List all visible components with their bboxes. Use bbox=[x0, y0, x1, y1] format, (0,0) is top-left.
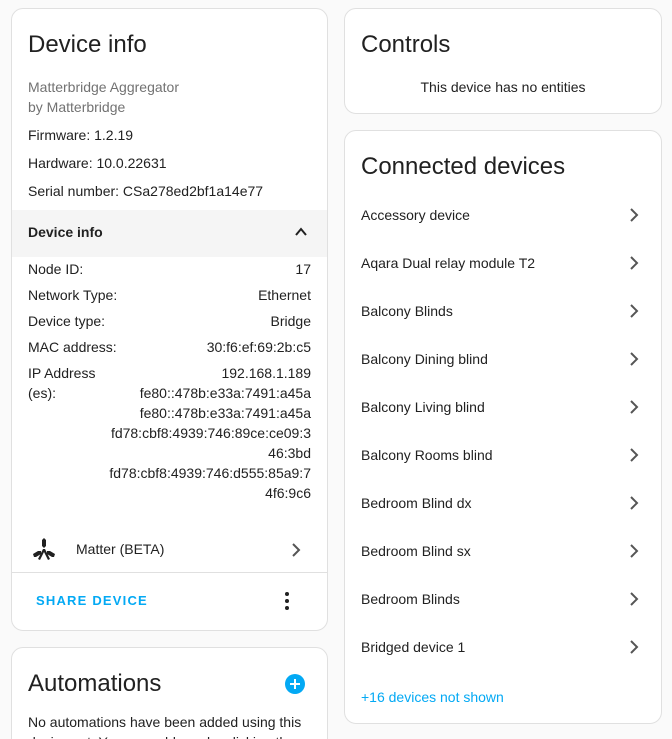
connected-device-item[interactable]: Balcony Living blind bbox=[345, 383, 661, 431]
connected-device-item[interactable]: Balcony Blinds bbox=[345, 287, 661, 335]
connected-device-name: Bedroom Blinds bbox=[361, 591, 460, 607]
controls-card: Controls This device has no entities bbox=[344, 8, 662, 114]
connected-device-item[interactable]: Balcony Rooms blind bbox=[345, 431, 661, 479]
device-manufacturer: by Matterbridge bbox=[28, 99, 126, 115]
network-type-label: Network Type: bbox=[28, 287, 118, 303]
device-info-card: Device info Matterbridge Aggregator by M… bbox=[11, 8, 328, 631]
chevron-right-icon bbox=[292, 543, 301, 557]
connected-devices-title: Connected devices bbox=[361, 153, 566, 180]
add-circle-icon[interactable] bbox=[285, 674, 305, 694]
ip-address-line: fd78:cbf8:4939:746:d555:85a9:7 bbox=[109, 465, 311, 481]
connected-device-name: Accessory device bbox=[361, 207, 470, 223]
matter-integration-label: Matter (BETA) bbox=[76, 541, 165, 557]
mac-address-label: MAC address: bbox=[28, 339, 117, 355]
device-info-expander[interactable]: Device info bbox=[12, 210, 327, 257]
chevron-up-icon bbox=[295, 227, 307, 236]
ip-address-line: fe80::478b:e33a:7491:a45a bbox=[139, 385, 311, 401]
chevron-right-icon bbox=[630, 208, 639, 222]
show-more-devices-link[interactable]: +16 devices not shown bbox=[361, 687, 504, 707]
chevron-right-icon bbox=[630, 256, 639, 270]
card-actions-divider bbox=[12, 572, 327, 573]
matter-integration-link[interactable]: Matter (BETA) bbox=[12, 527, 327, 573]
connected-device-name: Bridged device 1 bbox=[361, 639, 466, 655]
no-entities-text: This device has no entities bbox=[420, 79, 586, 95]
node-id-value: 17 bbox=[295, 261, 311, 277]
connected-device-name: Balcony Rooms blind bbox=[361, 447, 493, 463]
connected-device-item[interactable]: Balcony Dining blind bbox=[345, 335, 661, 383]
mac-address-value: 30:f6:ef:69:2b:c5 bbox=[206, 339, 311, 355]
automations-title: Automations bbox=[28, 670, 162, 697]
connected-device-name: Balcony Living blind bbox=[361, 399, 485, 415]
device-info-title: Device info bbox=[28, 31, 147, 58]
device-type-label: Device type: bbox=[28, 313, 106, 329]
chevron-right-icon bbox=[630, 496, 639, 510]
connected-device-name: Balcony Blinds bbox=[361, 303, 453, 319]
ip-address-label-1: IP Address bbox=[28, 365, 96, 381]
matter-logo-icon bbox=[33, 538, 55, 560]
ip-address-line: 192.168.1.189 bbox=[221, 365, 311, 381]
ip-address-line: fe80::478b:e33a:7491:a45a bbox=[139, 405, 311, 421]
device-type-value: Bridge bbox=[270, 313, 311, 329]
serial-number: Serial number: CSa278ed2bf1a14e77 bbox=[28, 183, 264, 199]
connected-device-name: Bedroom Blind dx bbox=[361, 495, 472, 511]
connected-device-item[interactable]: Bedroom Blinds bbox=[345, 575, 661, 623]
node-id-label: Node ID: bbox=[28, 261, 84, 277]
chevron-right-icon bbox=[630, 400, 639, 414]
ip-address-line: 46:3bd bbox=[268, 445, 311, 461]
chevron-right-icon bbox=[630, 592, 639, 606]
ip-address-line: 4f6:9c6 bbox=[265, 485, 311, 501]
firmware-version: Firmware: 1.2.19 bbox=[28, 127, 134, 143]
automations-empty-text: No automations have been added using thi… bbox=[28, 714, 307, 739]
expander-label: Device info bbox=[28, 224, 103, 240]
connected-device-item[interactable]: Bedroom Blind sx bbox=[345, 527, 661, 575]
connected-device-item[interactable]: Aqara Dual relay module T2 bbox=[345, 239, 661, 287]
connected-device-item[interactable]: Bridged device 1 bbox=[345, 623, 661, 671]
share-device-button[interactable]: SHARE DEVICE bbox=[36, 593, 148, 608]
network-type-value: Ethernet bbox=[258, 287, 311, 303]
device-model: Matterbridge Aggregator bbox=[28, 79, 179, 95]
connected-device-name: Aqara Dual relay module T2 bbox=[361, 255, 536, 271]
chevron-right-icon bbox=[630, 544, 639, 558]
connected-devices-card: Connected devices Accessory device Aqara… bbox=[344, 130, 662, 724]
automations-card: Automations No automations have been add… bbox=[11, 647, 328, 739]
connected-device-name: Bedroom Blind sx bbox=[361, 543, 471, 559]
chevron-right-icon bbox=[630, 448, 639, 462]
chevron-right-icon bbox=[630, 640, 639, 654]
more-vert-icon[interactable] bbox=[277, 591, 297, 611]
chevron-right-icon bbox=[630, 304, 639, 318]
hardware-version: Hardware: 10.0.22631 bbox=[28, 155, 167, 171]
ip-address-label-2: (es): bbox=[28, 385, 56, 401]
chevron-right-icon bbox=[630, 352, 639, 366]
controls-title: Controls bbox=[361, 31, 451, 58]
connected-device-item[interactable]: Accessory device bbox=[345, 191, 661, 239]
connected-device-name: Balcony Dining blind bbox=[361, 351, 488, 367]
connected-device-item[interactable]: Bedroom Blind dx bbox=[345, 479, 661, 527]
ip-address-line: fd78:cbf8:4939:746:89ce:ce09:3 bbox=[110, 425, 311, 441]
